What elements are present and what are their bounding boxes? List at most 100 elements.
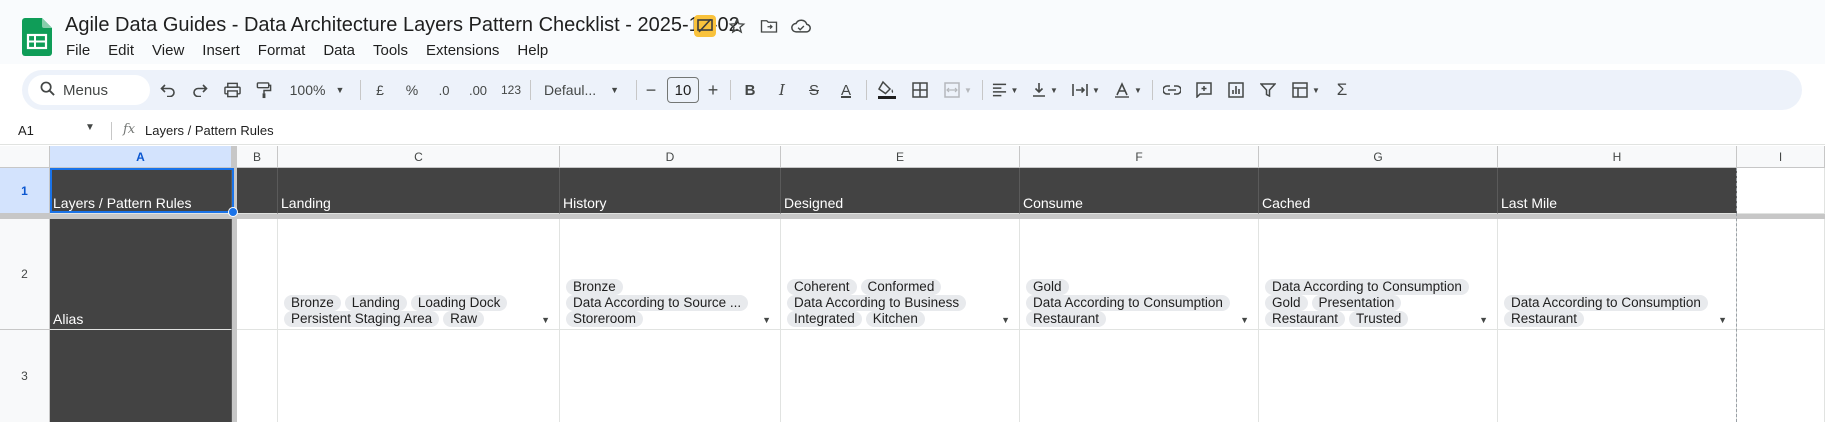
value-chip[interactable]: Restaurant — [1026, 311, 1107, 327]
value-chip[interactable]: Gold — [1026, 279, 1069, 295]
menu-view[interactable]: View — [152, 40, 191, 61]
cell-f3[interactable] — [1020, 330, 1259, 422]
column-header-h[interactable]: H — [1498, 146, 1737, 168]
cell-e1[interactable]: Designed — [781, 168, 1020, 214]
horizontal-align-icon[interactable]: ▼ — [988, 70, 1022, 110]
row-header-3[interactable]: 3 — [0, 330, 50, 422]
column-header-g[interactable]: G — [1259, 146, 1498, 168]
increase-decimal-button[interactable]: .00 — [464, 70, 492, 110]
chevron-down-icon[interactable]: ▼ — [1001, 315, 1010, 325]
cell-g3[interactable] — [1259, 330, 1498, 422]
row-header-2[interactable]: 2 — [0, 219, 50, 330]
menu-tools[interactable]: Tools — [373, 40, 415, 61]
chevron-down-icon[interactable]: ▼ — [541, 315, 550, 325]
cell-b1[interactable] — [237, 168, 278, 214]
menus-search-input[interactable]: Menus — [28, 75, 150, 105]
column-header-e[interactable]: E — [781, 146, 1020, 168]
undo-icon[interactable] — [156, 70, 180, 110]
column-freeze-handle[interactable] — [232, 146, 237, 422]
font-size-input[interactable]: 10 — [667, 77, 699, 103]
cell-g1[interactable]: Cached — [1259, 168, 1498, 214]
cell-e2[interactable]: Coherent Conformed Data According to Busin… — [781, 219, 1020, 330]
cell-c1[interactable]: Landing — [278, 168, 560, 214]
chevron-down-icon[interactable]: ▼ — [1718, 315, 1727, 325]
more-formats-button[interactable]: 123 — [498, 70, 524, 110]
insert-comment-icon[interactable] — [1192, 70, 1216, 110]
value-chip[interactable]: Raw — [443, 311, 485, 327]
menu-file[interactable]: File — [66, 40, 97, 61]
value-chip[interactable]: Kitchen — [865, 311, 925, 327]
menu-data[interactable]: Data — [323, 40, 362, 61]
value-chip[interactable]: Integrated — [787, 311, 862, 327]
strikethrough-icon[interactable]: S — [802, 70, 826, 110]
value-chip[interactable]: Restaurant — [1265, 311, 1346, 327]
column-header-a[interactable]: A — [50, 146, 232, 168]
cell-b2[interactable] — [237, 219, 278, 330]
zoom-select[interactable]: 100% ▼ — [284, 70, 350, 110]
cell-d2[interactable]: Bronze Data According to Source ... Storer… — [560, 219, 781, 330]
insert-link-icon[interactable] — [1160, 70, 1184, 110]
value-chip[interactable]: Bronze — [566, 279, 623, 295]
print-icon[interactable] — [220, 70, 244, 110]
cell-g2[interactable]: Data According to Consumption Gold Present… — [1259, 219, 1498, 330]
text-rotation-icon[interactable]: ▼ — [1110, 70, 1146, 110]
cell-c3[interactable] — [278, 330, 560, 422]
cell-h1[interactable]: Last Mile — [1498, 168, 1737, 214]
currency-format-button[interactable]: £ — [368, 70, 392, 110]
value-chip[interactable]: Conformed — [860, 279, 942, 295]
value-chip[interactable]: Data According to Business — [787, 295, 967, 311]
value-chip[interactable]: Bronze — [284, 295, 341, 311]
menu-help[interactable]: Help — [517, 40, 555, 61]
offline-unavailable-icon[interactable] — [694, 15, 716, 37]
column-header-d[interactable]: D — [560, 146, 781, 168]
text-color-icon[interactable]: A — [834, 70, 858, 110]
value-chip[interactable]: Storeroom — [566, 311, 644, 327]
decrease-decimal-button[interactable]: .0 — [432, 70, 456, 110]
font-family-select[interactable]: Defaul... ▼ — [538, 70, 632, 110]
star-icon[interactable] — [726, 15, 748, 37]
bold-icon[interactable]: B — [738, 70, 762, 110]
value-chip[interactable]: Restaurant — [1504, 311, 1585, 327]
value-chip[interactable]: Data According to Source ... — [566, 295, 749, 311]
increase-font-size-button[interactable]: + — [702, 70, 724, 110]
cell-b3[interactable] — [237, 330, 278, 422]
text-wrapping-icon[interactable]: ▼ — [1068, 70, 1104, 110]
chevron-down-icon[interactable]: ▼ — [762, 315, 771, 325]
column-header-i[interactable]: I — [1737, 146, 1825, 168]
value-chip[interactable]: Persistent Staging Area — [284, 311, 440, 327]
cell-a1[interactable]: Layers / Pattern Rules — [50, 168, 232, 214]
value-chip[interactable]: Data According to Consumption — [1265, 279, 1469, 295]
cell-d1[interactable]: History — [560, 168, 781, 214]
cell-h3[interactable] — [1498, 330, 1737, 422]
value-chip[interactable]: Gold — [1265, 295, 1308, 311]
filter-icon[interactable] — [1256, 70, 1280, 110]
sheets-logo-icon[interactable] — [22, 18, 52, 56]
value-chip[interactable]: Loading Dock — [410, 295, 508, 311]
functions-icon[interactable]: Σ — [1330, 70, 1354, 110]
menu-extensions[interactable]: Extensions — [426, 40, 506, 61]
cell-e3[interactable] — [781, 330, 1020, 422]
cell-i3[interactable] — [1737, 330, 1825, 422]
menu-insert[interactable]: Insert — [202, 40, 247, 61]
cell-i2[interactable] — [1737, 219, 1825, 330]
table-view-icon[interactable]: ▼ — [1288, 70, 1324, 110]
menu-format[interactable]: Format — [258, 40, 313, 61]
value-chip[interactable]: Coherent — [787, 279, 857, 295]
redo-icon[interactable] — [188, 70, 212, 110]
cell-d3[interactable] — [560, 330, 781, 422]
value-chip[interactable]: Data According to Consumption — [1026, 295, 1230, 311]
name-box[interactable]: A1 — [18, 123, 34, 138]
cell-h2[interactable]: Data According to Consumption Restaurant … — [1498, 219, 1737, 330]
cloud-saved-icon[interactable] — [790, 15, 812, 37]
merge-cells-icon[interactable]: ▼ — [940, 70, 976, 110]
fill-handle[interactable] — [228, 207, 238, 217]
paint-format-icon[interactable] — [252, 70, 276, 110]
decrease-font-size-button[interactable]: − — [640, 70, 662, 110]
row-header-1[interactable]: 1 — [0, 168, 50, 214]
move-folder-icon[interactable] — [758, 15, 780, 37]
cell-a3[interactable] — [50, 330, 232, 422]
column-header-f[interactable]: F — [1020, 146, 1259, 168]
formula-input[interactable]: Layers / Pattern Rules — [145, 123, 274, 138]
value-chip[interactable]: Data According to Consumption — [1504, 295, 1708, 311]
cell-f1[interactable]: Consume — [1020, 168, 1259, 214]
